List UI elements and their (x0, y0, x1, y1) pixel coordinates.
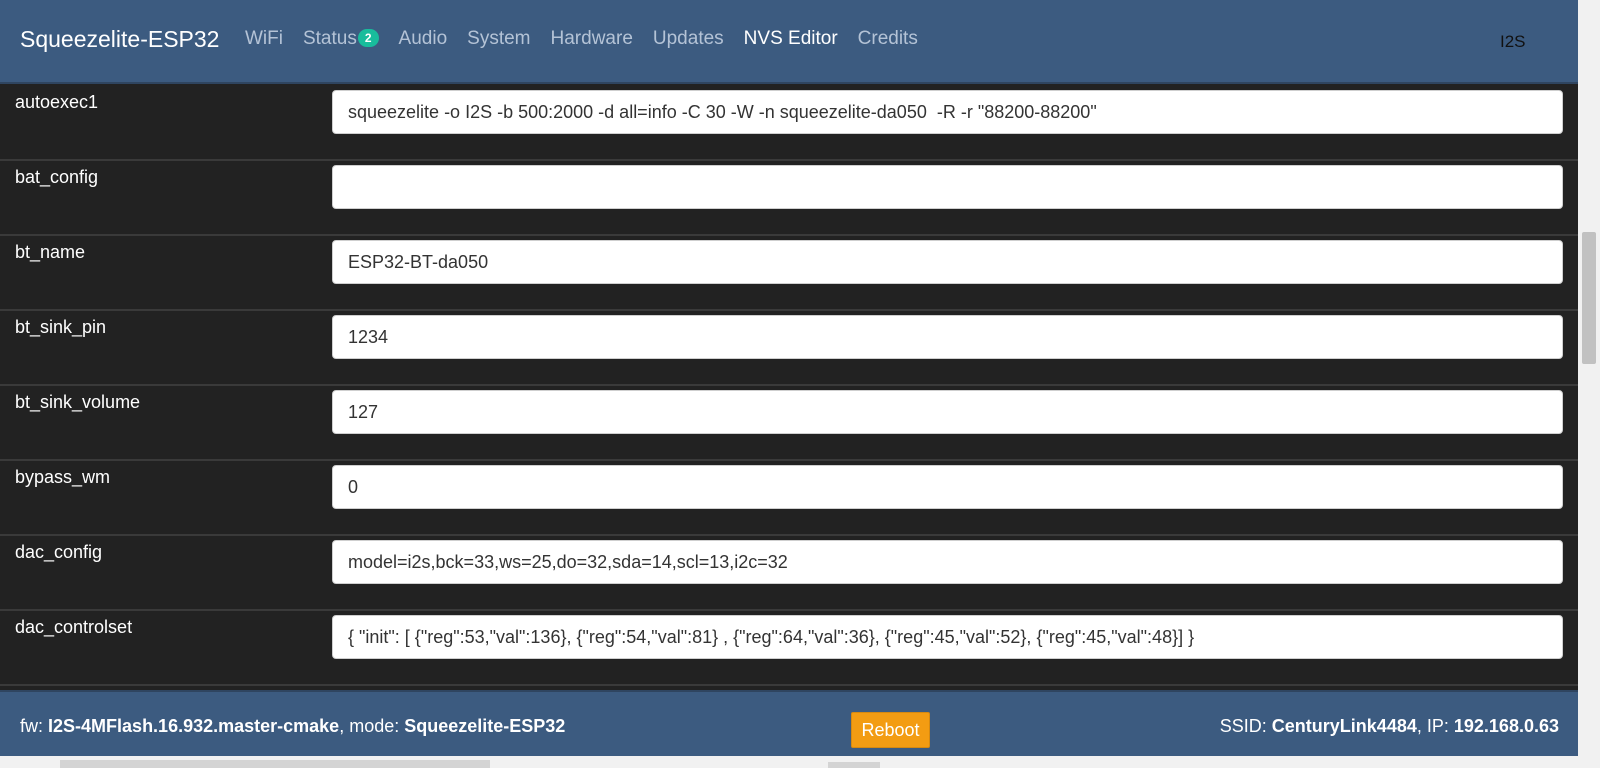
vertical-scrollbar[interactable] (1578, 0, 1600, 768)
nvs-value-input[interactable] (332, 240, 1563, 284)
nvs-value-input[interactable] (332, 315, 1563, 359)
nvs-key-label: bt_sink_volume (15, 392, 141, 412)
reboot-button[interactable]: Reboot (851, 712, 930, 748)
status-count-badge: 2 (357, 28, 379, 47)
status-footer: fw: I2S-4MFlash.16.932.master-cmake, mod… (0, 690, 1578, 756)
nvs-value-input[interactable] (332, 390, 1563, 434)
nvs-key-label: bt_sink_pin (15, 317, 107, 337)
tab-nvs-editor[interactable]: NVS Editor (744, 28, 838, 50)
ssid-value: CenturyLink4484 (1271, 716, 1417, 736)
nvs-key-label: bat_config (15, 167, 99, 187)
tab-status[interactable]: Status 2 (303, 28, 379, 50)
table-row: bat_config (0, 161, 1578, 236)
tab-credits[interactable]: Credits (858, 28, 918, 50)
tab-audio[interactable]: Audio (399, 28, 448, 50)
tab-hardware[interactable]: Hardware (551, 28, 633, 50)
output-mode-indicator: I2S (1500, 32, 1526, 51)
nvs-table: autoexec1 bat_config bt_name bt_sink_pin… (0, 86, 1578, 690)
fw-version: I2S-4MFlash.16.932.master-cmake (48, 716, 340, 736)
table-row: autoexec1 (0, 86, 1578, 161)
table-row: bt_sink_volume (0, 386, 1578, 461)
nvs-key-label: bypass_wm (15, 467, 111, 487)
nvs-key-label: dac_config (15, 542, 103, 562)
horizontal-scrollbar[interactable] (0, 756, 1578, 768)
nvs-key-label: dac_controlset (15, 617, 133, 637)
ssid-label: SSID: (1219, 716, 1267, 736)
tab-wifi[interactable]: WiFi (245, 28, 283, 50)
nvs-key-label: bt_name (15, 242, 86, 262)
ip-label: , IP: (1416, 716, 1449, 736)
network-info: SSID: CenturyLink4484, IP: 192.168.0.63 (1220, 716, 1559, 737)
nvs-value-input[interactable] (332, 465, 1563, 509)
horizontal-scrollbar-thumb[interactable] (60, 760, 490, 768)
tab-status-label: Status (302, 28, 357, 49)
firmware-info: fw: I2S-4MFlash.16.932.master-cmake, mod… (20, 716, 565, 737)
top-navbar: Squeezelite-ESP32 WiFi Status 2 Audio Sys… (0, 0, 1578, 84)
nav-tabs: WiFi Status 2 Audio System Hardware Updat… (245, 28, 938, 50)
tab-updates[interactable]: Updates (653, 28, 724, 50)
fw-label: fw: (20, 716, 44, 736)
nvs-value-input[interactable] (332, 540, 1563, 584)
tab-system[interactable]: System (467, 28, 530, 50)
mode-label: , mode: (339, 716, 400, 736)
nvs-key-label: autoexec1 (15, 92, 99, 112)
table-row: bt_name (0, 236, 1578, 311)
horizontal-scrollbar-marker (828, 762, 880, 768)
nvs-value-input[interactable] (332, 615, 1563, 659)
mode-value: Squeezelite-ESP32 (404, 716, 566, 736)
table-row: dac_config (0, 536, 1578, 611)
nvs-value-input[interactable] (332, 165, 1563, 209)
ip-value: 192.168.0.63 (1453, 716, 1559, 736)
brand-title[interactable]: Squeezelite-ESP32 (20, 26, 219, 53)
table-row: dac_controlset (0, 611, 1578, 686)
table-row: bypass_wm (0, 461, 1578, 536)
vertical-scrollbar-thumb[interactable] (1582, 232, 1596, 364)
nvs-value-input[interactable] (332, 90, 1563, 134)
table-row: bt_sink_pin (0, 311, 1578, 386)
